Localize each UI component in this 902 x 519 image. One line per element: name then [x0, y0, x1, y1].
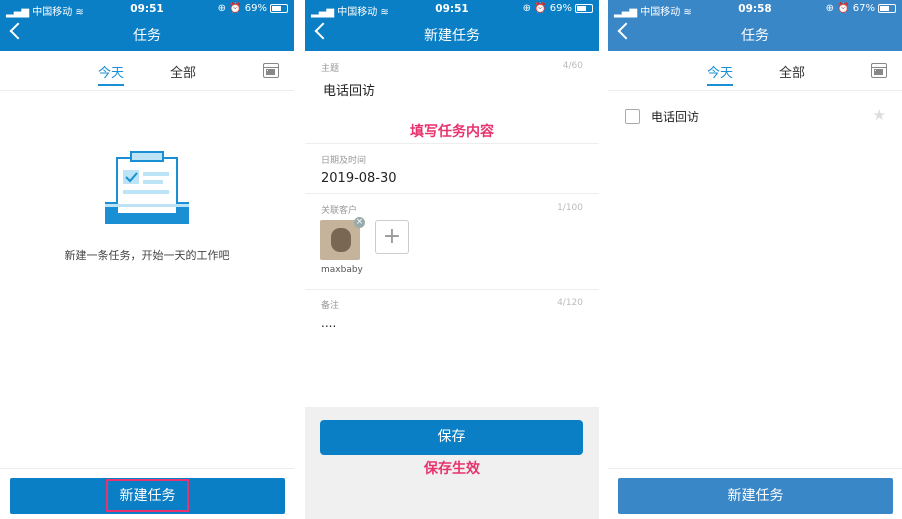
battery-icon	[270, 3, 288, 13]
datetime-label: 日期及时间	[321, 156, 367, 166]
annotation-save: 保存生效	[424, 461, 480, 477]
battery-status: ⊕ ⏰ 69%	[523, 3, 593, 14]
page-title: 任务	[741, 28, 769, 44]
tab-bar: 今天 全部	[608, 51, 902, 91]
battery-status: ⊕ ⏰ 67%	[826, 3, 896, 14]
divider	[305, 143, 599, 144]
remark-count: 4/120	[557, 298, 583, 308]
datetime-input[interactable]: 2019-08-30	[321, 171, 397, 186]
battery-status: ⊕ ⏰ 69%	[218, 3, 288, 14]
star-icon[interactable]: ★	[873, 106, 886, 124]
customer-avatar[interactable]	[320, 220, 360, 260]
task-list-screen: ▂▄▆ 中国移动 ≋ 09:58 ⊕ ⏰ 67% 任务 今天 全部 电话回访 ★…	[608, 0, 902, 519]
task-list-empty-screen: ▂▄▆ 中国移动 ≋ 09:51 ⊕ ⏰ 69% 任务 今天 全部 新建一条任务…	[0, 0, 294, 519]
new-task-screen: ▂▄▆ 中国移动 ≋ 09:51 ⊕ ⏰ 69% 新建任务 主题 4/60 电话…	[305, 0, 599, 519]
subject-count: 4/60	[562, 61, 583, 71]
divider	[305, 193, 599, 194]
subject-label: 主题	[321, 64, 340, 74]
save-button[interactable]: 保存	[320, 420, 583, 455]
remove-icon[interactable]: ×	[354, 217, 365, 228]
battery-icon	[575, 3, 593, 13]
nav-bar: ▂▄▆ 中国移动 ≋ 09:51 ⊕ ⏰ 69% 新建任务	[305, 0, 599, 51]
remark-input[interactable]: ....	[321, 316, 336, 330]
empty-tasks-illustration	[105, 151, 189, 224]
task-item[interactable]: 电话回访 ★	[608, 100, 902, 134]
tab-all[interactable]: 全部	[779, 62, 805, 81]
add-customer-button[interactable]: +	[375, 220, 409, 254]
remark-label: 备注	[321, 301, 340, 311]
page-title: 新建任务	[424, 28, 480, 44]
divider	[608, 468, 902, 469]
new-task-button[interactable]: 新建任务	[618, 478, 893, 514]
tab-today[interactable]: 今天	[98, 62, 125, 86]
task-checkbox[interactable]	[625, 109, 640, 124]
nav-bar: ▂▄▆ 中国移动 ≋ 09:58 ⊕ ⏰ 67% 任务	[608, 0, 902, 51]
subject-input[interactable]: 电话回访	[323, 80, 375, 99]
calendar-icon[interactable]	[263, 63, 279, 78]
tab-today[interactable]: 今天	[707, 62, 734, 86]
task-title: 电话回访	[651, 110, 700, 124]
battery-icon	[878, 3, 896, 13]
annotation-fill: 填写任务内容	[410, 124, 494, 140]
tab-all[interactable]: 全部	[170, 62, 196, 81]
divider	[305, 289, 599, 290]
tab-bar: 今天 全部	[0, 51, 294, 91]
customer-name: maxbaby	[321, 265, 363, 275]
status-bar: ▂▄▆ 中国移动 ≋ 09:51 ⊕ ⏰ 69%	[0, 0, 294, 18]
highlight-box	[106, 479, 189, 512]
customer-count: 1/100	[557, 203, 583, 213]
status-bar: ▂▄▆ 中国移动 ≋ 09:58 ⊕ ⏰ 67%	[608, 0, 902, 18]
status-bar: ▂▄▆ 中国移动 ≋ 09:51 ⊕ ⏰ 69%	[305, 0, 599, 18]
divider	[0, 468, 294, 469]
customer-label: 关联客户	[321, 206, 358, 216]
page-title: 任务	[133, 28, 161, 44]
nav-bar: ▂▄▆ 中国移动 ≋ 09:51 ⊕ ⏰ 69% 任务	[0, 0, 294, 51]
empty-state-text: 新建一条任务，开始一天的工作吧	[64, 249, 230, 262]
calendar-icon[interactable]	[871, 63, 887, 78]
